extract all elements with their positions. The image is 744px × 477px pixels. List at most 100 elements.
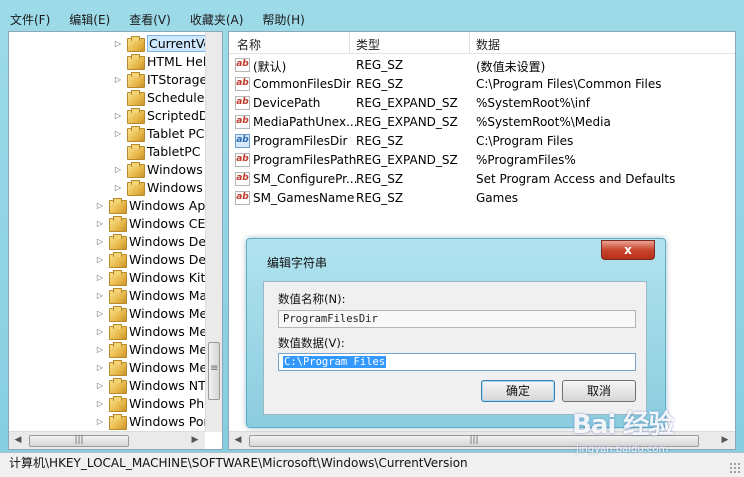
expand-arrow-icon[interactable]: ▷ [95,309,105,318]
folder-icon [127,54,145,70]
value-name: (默认) [253,60,287,74]
registry-editor-window: 文件(F) 编辑(E) 查看(V) 收藏夹(A) 帮助(H) ▷ CurrentV… [0,0,744,477]
menu-bar: 文件(F) 编辑(E) 查看(V) 收藏夹(A) 帮助(H) [0,8,744,30]
folder-icon [109,414,127,430]
value-type: REG_EXPAND_SZ [356,96,458,110]
dialog-close-button[interactable]: x [601,240,655,260]
string-value-icon: ab [235,96,250,110]
tree-item[interactable]: ▷ Windows [113,160,203,178]
expand-arrow-icon[interactable]: ▷ [95,201,105,210]
tree-item[interactable]: ▷ Windows Pho [95,394,212,412]
registry-value-row[interactable]: ab CommonFilesDir REG_SZ C:\Program Files\C… [229,75,735,94]
tree-item[interactable]: ▷ Windows Ma [95,286,207,304]
registry-value-row[interactable]: ab (默认) REG_SZ (数值未设置) [229,56,735,75]
menu-favorites[interactable]: 收藏夹(A) [188,9,246,30]
tree-item-label: Windows Por [129,413,209,429]
tree-hscroll-thumb[interactable]: ||| [29,435,129,447]
tree-item[interactable]: ▷ Windows Por [95,412,209,430]
menu-edit[interactable]: 编辑(E) [67,9,112,30]
tree-item[interactable]: ▷ Windows App [95,196,213,214]
tree-item[interactable]: ▷ Windows NT [95,376,206,394]
value-data: Games [476,191,518,205]
expand-arrow-icon[interactable]: ▷ [113,183,123,192]
expand-arrow-icon[interactable]: ▷ [95,219,105,228]
tree-item[interactable]: ▷ Windows Me [95,358,207,376]
value-type: REG_SZ [356,172,404,186]
tree-item[interactable]: Scheduled [113,88,212,106]
expand-arrow-icon[interactable]: ▷ [95,345,105,354]
tree-item[interactable]: ▷ Windows Kits [95,268,212,286]
tree-item[interactable]: ▷ Windows Def [95,232,211,250]
scroll-left-icon[interactable]: ◀ [12,435,24,445]
menu-help[interactable]: 帮助(H) [260,9,306,30]
expand-arrow-icon[interactable]: ▷ [95,237,105,246]
tree-item-label: Windows Kits [129,269,212,285]
ok-button[interactable]: 确定 [481,380,555,402]
value-name: MediaPathUnex... [253,115,358,129]
expand-arrow-icon[interactable]: ▷ [95,363,105,372]
scroll-left-icon[interactable]: ◀ [232,435,244,445]
expand-arrow-icon[interactable]: ▷ [95,273,105,282]
menu-file[interactable]: 文件(F) [8,9,52,30]
tree-item[interactable]: ▷ ScriptedD [113,106,209,124]
column-data[interactable]: 数据 [476,36,500,53]
expand-arrow-icon[interactable]: ▷ [113,75,123,84]
tree-item-label: Scheduled [147,89,213,105]
value-data-selection: C:\Program Files [283,356,387,368]
resize-grip-icon[interactable] [729,462,741,474]
expand-arrow-icon[interactable]: ▷ [95,417,105,426]
expand-arrow-icon[interactable]: ▷ [95,291,105,300]
dialog-title: 编辑字符串 [267,256,328,270]
registry-value-row[interactable]: ab DevicePath REG_EXPAND_SZ %SystemRoot%\in… [229,94,735,113]
tree-item[interactable]: ▷ Windows Me [95,340,207,358]
tree-vertical-scrollbar[interactable] [205,32,222,432]
registry-tree-pane[interactable]: ▷ CurrentVe HTML Hel ▷ ITStorage Scheduled ▷ Sc… [8,31,223,450]
expand-arrow-icon[interactable]: ▷ [113,39,123,48]
value-data-label: 数值数据(V): [278,336,345,350]
baidu-watermark: Bai 经验 jingyan.baidu.com [572,398,744,458]
column-separator[interactable] [469,32,470,54]
value-type: REG_EXPAND_SZ [356,153,458,167]
expand-arrow-icon[interactable]: ▷ [113,129,123,138]
value-type: REG_SZ [356,77,404,91]
folder-icon [109,360,127,376]
registry-value-row[interactable]: ab ProgramFilesDir REG_SZ C:\Program Files [229,132,735,151]
registry-value-row[interactable]: ab ProgramFilesPath REG_EXPAND_SZ %ProgramF… [229,151,735,170]
menu-view[interactable]: 查看(V) [127,9,173,30]
expand-arrow-icon[interactable]: ▷ [95,327,105,336]
expand-arrow-icon[interactable]: ▷ [95,399,105,408]
tree-item[interactable]: TabletPC [113,142,201,160]
column-type[interactable]: 类型 [356,36,380,53]
value-name: SM_GamesName [253,191,355,205]
expand-arrow-icon[interactable]: ▷ [113,165,123,174]
value-name-field[interactable]: ProgramFilesDir [278,310,636,328]
registry-path: 计算机\HKEY_LOCAL_MACHINE\SOFTWARE\Microsof… [9,456,468,470]
tree-item[interactable]: ▷ Windows CE [95,214,205,232]
tree-item[interactable]: ▷ Windows Me [95,322,207,340]
tree-item[interactable]: ▷ ITStorage [113,70,207,88]
folder-icon [127,90,145,106]
scroll-right-icon[interactable]: ▶ [189,435,201,445]
expand-arrow-icon[interactable]: ▷ [95,255,105,264]
value-type: REG_SZ [356,191,404,205]
tree-item[interactable]: ▷ Tablet PC [113,124,204,142]
registry-value-row[interactable]: ab MediaPathUnex... REG_EXPAND_SZ %SystemRo… [229,113,735,132]
tree-scroll-thumb[interactable] [208,342,220,400]
tree-item-label: Windows [147,179,203,195]
registry-value-row[interactable]: ab SM_ConfigurePr... REG_SZ Set Program Acc… [229,170,735,189]
tree-item[interactable]: ▷ Windows Me [95,304,207,322]
tree-horizontal-scrollbar[interactable]: ◀ ||| ▶ [9,431,205,449]
tree-item[interactable]: ▷ CurrentVe [113,34,214,52]
close-icon: x [624,243,632,257]
value-data-input[interactable]: C:\Program Files [278,353,636,371]
tree-item[interactable]: ▷ Windows [113,178,203,196]
tree-item[interactable]: ▷ Windows Des [95,250,213,268]
tree-item[interactable]: HTML Hel [113,52,206,70]
column-separator[interactable] [349,32,350,54]
registry-value-row[interactable]: ab SM_GamesName REG_SZ Games [229,189,735,208]
expand-arrow-icon[interactable]: ▷ [95,381,105,390]
values-list-header: 名称 类型 数据 [229,32,735,54]
expand-arrow-icon[interactable]: ▷ [113,111,123,120]
folder-icon [109,288,127,304]
column-name[interactable]: 名称 [237,36,261,53]
